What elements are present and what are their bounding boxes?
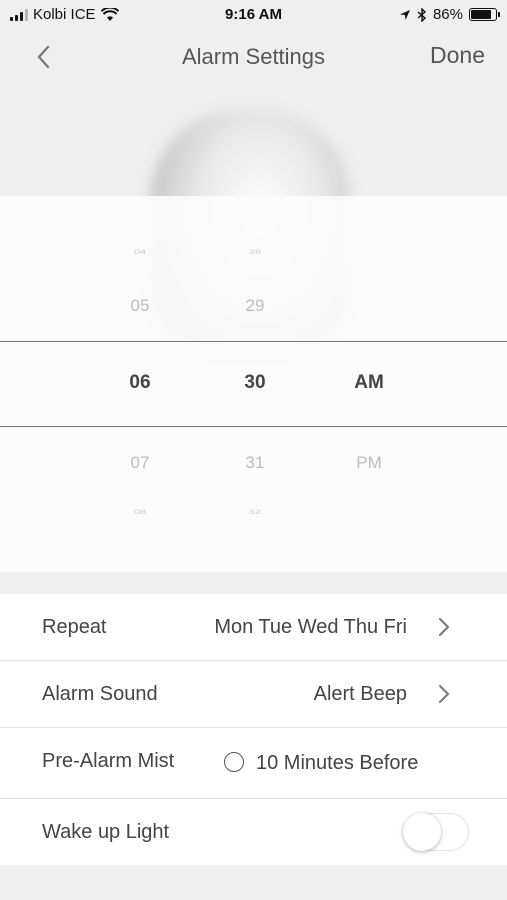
hour-option[interactable]: 08 [100, 508, 180, 515]
status-right: 86% [399, 6, 500, 23]
location-icon [399, 9, 410, 20]
wake-up-light-toggle[interactable] [403, 813, 469, 851]
pre-alarm-mist-label: Pre-Alarm Mist [42, 750, 175, 772]
repeat-row[interactable]: Repeat Mon Tue Wed Thu Fri [0, 594, 507, 661]
wake-up-light-row: Wake up Light [0, 799, 507, 865]
period-wheel[interactable]: AM PM [329, 196, 409, 572]
chevron-right-icon [439, 618, 450, 636]
repeat-label: Repeat [42, 616, 107, 638]
minute-option[interactable]: 28 [215, 248, 295, 255]
hour-option[interactable]: 05 [100, 296, 180, 316]
time-picker[interactable]: 04 05 06 07 08 28 29 30 31 32 AM PM [0, 196, 507, 572]
navigation-bar: Alarm Settings Done [0, 30, 507, 86]
done-button[interactable]: Done [430, 42, 485, 69]
period-option[interactable]: PM [329, 453, 409, 473]
pre-alarm-mist-value[interactable]: 10 Minutes Before [256, 752, 418, 775]
alarm-sound-value: Alert Beep [313, 683, 407, 705]
toggle-knob [403, 813, 441, 851]
period-option-selected[interactable]: AM [329, 372, 409, 394]
chevron-right-icon [439, 685, 450, 703]
minute-option-selected[interactable]: 30 [215, 372, 295, 394]
hour-option[interactable]: 07 [100, 453, 180, 473]
battery-percent: 86% [432, 6, 463, 23]
hour-wheel[interactable]: 04 05 06 07 08 [100, 196, 180, 572]
settings-list: Repeat Mon Tue Wed Thu Fri Alarm Sound A… [0, 594, 507, 865]
alarm-sound-label: Alarm Sound [42, 683, 158, 705]
hour-option[interactable]: 04 [100, 248, 180, 255]
wake-up-light-label: Wake up Light [42, 821, 170, 843]
alarm-sound-row[interactable]: Alarm Sound Alert Beep [0, 661, 507, 728]
repeat-value: Mon Tue Wed Thu Fri [214, 616, 407, 638]
status-bar: Kolbi ICE 9:16 AM 86% [0, 0, 507, 30]
hour-option-selected[interactable]: 06 [100, 372, 180, 394]
minute-option[interactable]: 32 [215, 508, 295, 515]
minute-option[interactable]: 29 [215, 296, 295, 316]
minute-wheel[interactable]: 28 29 30 31 32 [215, 196, 295, 572]
bluetooth-icon [417, 7, 426, 22]
battery-icon [469, 8, 500, 21]
pre-alarm-mist-row: Pre-Alarm Mist 10 Minutes Before [0, 728, 507, 799]
minute-option[interactable]: 31 [215, 453, 295, 473]
pre-alarm-mist-radio[interactable] [224, 752, 244, 772]
